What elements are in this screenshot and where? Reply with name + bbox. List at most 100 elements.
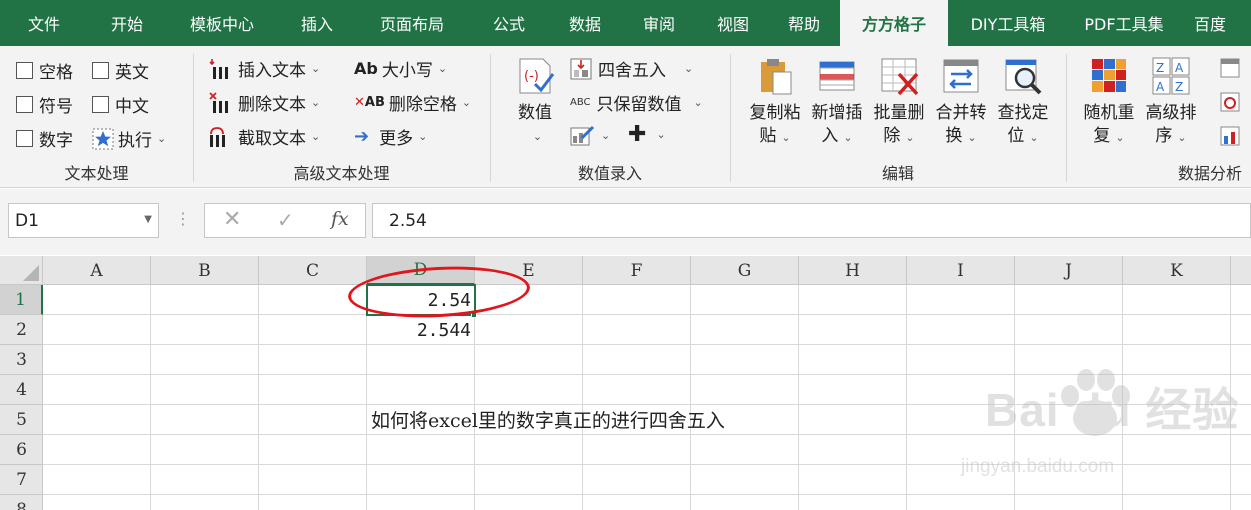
sort-az-icon: Z AA Z xyxy=(1152,57,1190,95)
cell-d2[interactable]: 2.544 xyxy=(367,315,475,345)
advanced-sort-label-2: 序 xyxy=(1155,126,1173,146)
space-label: 空格 xyxy=(39,63,73,83)
checkbox-icon xyxy=(16,130,33,147)
chevron-down-icon: ⌄ xyxy=(437,62,448,75)
row-headers: 1 2 3 4 5 6 7 8 xyxy=(0,285,43,510)
insert-text-button[interactable]: 插入文本 ⌄ xyxy=(208,56,320,81)
tab-data[interactable]: 数据 xyxy=(550,0,620,46)
round-button[interactable]: 四舍五入 ⌄ xyxy=(570,56,693,81)
more-button[interactable]: ➔ 更多 ⌄ xyxy=(354,124,427,149)
tab-file[interactable]: 文件 xyxy=(0,0,88,46)
execute-button[interactable]: 执行 ⌄ xyxy=(92,126,166,151)
edit-pencil-icon xyxy=(570,125,595,146)
row-header-7[interactable]: 7 xyxy=(0,465,43,495)
chevron-down-icon: ⌄ xyxy=(1177,131,1187,144)
case-button[interactable]: Ab 大小写 ⌄ xyxy=(354,56,447,81)
tab-help[interactable]: 帮助 xyxy=(768,0,840,46)
tab-diy-toolbox[interactable]: DIY工具箱 xyxy=(948,0,1068,46)
row-header-6[interactable]: 6 xyxy=(0,435,43,465)
merge-convert-button[interactable]: 合并转 换 ⌄ xyxy=(932,56,990,149)
tab-home[interactable]: 开始 xyxy=(88,0,166,46)
select-all-corner[interactable] xyxy=(0,256,43,285)
column-header-k[interactable]: K xyxy=(1123,256,1231,285)
select-all-triangle-icon xyxy=(23,265,39,281)
edit-values-dropdown[interactable]: ⌄ xyxy=(570,124,610,146)
copy-paste-button[interactable]: 复制粘 贴 ⌄ xyxy=(746,56,804,149)
group-label-data-analysis: 数据分析 xyxy=(1177,164,1242,183)
tab-formulas[interactable]: 公式 xyxy=(468,0,550,46)
advanced-sort-button[interactable]: ZAAZ 高级排 序 ⌄ xyxy=(1142,56,1200,149)
tab-insert[interactable]: 插入 xyxy=(278,0,356,46)
batch-delete-button[interactable]: 批量删 除 ⌄ xyxy=(870,56,928,149)
vertical-dots-icon[interactable]: ⋮ xyxy=(175,209,191,228)
caret-down-icon[interactable]: ▼ xyxy=(144,214,152,225)
execute-star-icon xyxy=(92,128,114,149)
tab-template-center[interactable]: 模板中心 xyxy=(166,0,278,46)
column-header-j[interactable]: J xyxy=(1015,256,1123,285)
name-box-value: D1 xyxy=(15,210,39,231)
column-header-a[interactable]: A xyxy=(43,256,151,285)
group-label-text-processing: 文本处理 xyxy=(64,164,129,183)
cancel-x-icon[interactable]: ✕ xyxy=(223,207,241,232)
copy-paste-label-2: 贴 xyxy=(759,126,777,146)
value-label: 数值 xyxy=(518,103,552,123)
analysis-small-button-1[interactable] xyxy=(1220,58,1242,78)
tab-view[interactable]: 视图 xyxy=(698,0,768,46)
gridline xyxy=(258,285,259,510)
keep-value-button[interactable]: ABC 只保留数值 ⌄ xyxy=(570,90,703,115)
cell-d5-note[interactable]: 如何将excel里的数字真正的进行四舍五入 xyxy=(371,406,725,433)
name-box[interactable]: D1 ▼ xyxy=(8,203,159,238)
formula-input[interactable]: 2.54 xyxy=(372,203,1251,238)
statistics-icon xyxy=(1220,92,1240,112)
insert-function-icon[interactable]: fx xyxy=(331,208,349,230)
row-header-1[interactable]: 1 xyxy=(0,285,43,315)
keep-value-label: 只保留数值 xyxy=(596,95,682,115)
group-divider xyxy=(1066,54,1067,182)
tab-page-layout[interactable]: 页面布局 xyxy=(356,0,468,46)
chevron-down-icon: ⌄ xyxy=(1115,131,1125,144)
random-repeat-button[interactable]: 随机重 复 ⌄ xyxy=(1080,56,1138,149)
value-button[interactable]: (-) 数值 ⌄ xyxy=(510,56,560,148)
english-checkbox[interactable]: 英文 xyxy=(92,58,149,83)
tab-fangfang-gezi[interactable]: 方方格子 xyxy=(840,0,948,46)
column-header-g[interactable]: G xyxy=(691,256,799,285)
random-repeat-label-2: 复 xyxy=(1093,126,1111,146)
find-locate-button[interactable]: 查找定 位 ⌄ xyxy=(994,56,1052,149)
column-header-h[interactable]: H xyxy=(799,256,907,285)
enter-check-icon[interactable]: ✓ xyxy=(277,208,294,232)
tab-review[interactable]: 审阅 xyxy=(620,0,698,46)
symbol-checkbox[interactable]: 符号 xyxy=(16,92,73,117)
delete-space-label: 删除空格 xyxy=(388,95,457,115)
column-header-i[interactable]: I xyxy=(907,256,1015,285)
svg-text:A: A xyxy=(1156,80,1165,94)
analysis-small-button-2[interactable] xyxy=(1220,92,1242,112)
row-header-4[interactable]: 4 xyxy=(0,375,43,405)
column-header-c[interactable]: C xyxy=(259,256,367,285)
column-header-f[interactable]: F xyxy=(583,256,691,285)
chevron-down-icon: ⌄ xyxy=(311,96,321,109)
group-label-edit: 编辑 xyxy=(881,164,914,183)
digit-checkbox[interactable]: 数字 xyxy=(16,126,73,151)
chevron-down-icon: ⌄ xyxy=(781,131,791,144)
row-header-5[interactable]: 5 xyxy=(0,405,43,435)
tab-baidu[interactable]: 百度 xyxy=(1180,0,1240,46)
chevron-down-icon: ⌄ xyxy=(967,131,977,144)
formula-buttons: ✕ ✓ fx xyxy=(204,203,366,238)
space-checkbox[interactable]: 空格 xyxy=(16,58,73,83)
advanced-sort-label-1: 高级排 xyxy=(1145,103,1197,123)
delete-space-button[interactable]: ✕ AB 删除空格 ⌄ xyxy=(354,90,471,115)
chevron-down-icon: ⌄ xyxy=(418,130,428,143)
extract-text-button[interactable]: 截取文本 ⌄ xyxy=(208,124,320,149)
tab-pdf-tools[interactable]: PDF工具集 xyxy=(1068,0,1180,46)
add-dropdown[interactable]: ✚ ⌄ xyxy=(628,122,666,147)
analysis-small-button-3[interactable] xyxy=(1220,126,1242,146)
execute-label: 执行 xyxy=(118,131,152,151)
column-header-b[interactable]: B xyxy=(151,256,259,285)
merge-convert-label-1: 合并转 xyxy=(935,103,987,123)
row-header-8[interactable]: 8 xyxy=(0,495,43,510)
new-insert-button[interactable]: 新增插 入 ⌄ xyxy=(808,56,866,149)
delete-text-button[interactable]: 删除文本 ⌄ xyxy=(208,90,320,115)
row-header-2[interactable]: 2 xyxy=(0,315,43,345)
row-header-3[interactable]: 3 xyxy=(0,345,43,375)
chinese-checkbox[interactable]: 中文 xyxy=(92,92,149,117)
